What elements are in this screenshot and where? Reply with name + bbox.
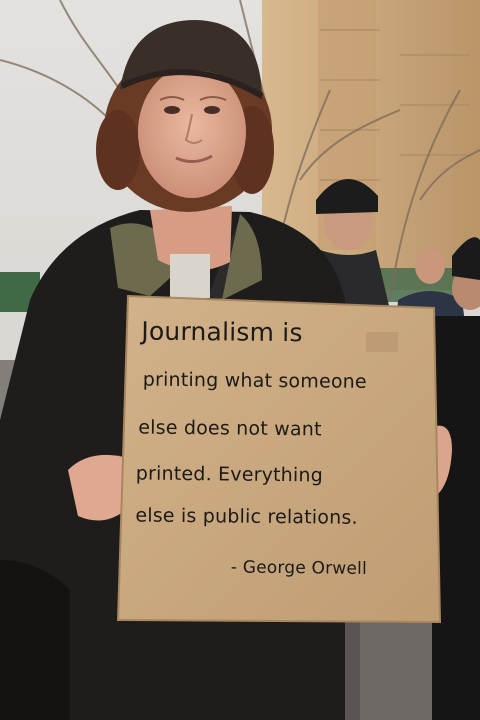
photo-scene: Journalism is printing what someone else…	[0, 0, 480, 720]
sign-handwriting: Journalism is printing what someone else…	[116, 294, 441, 623]
sign-line-5: else is public relations.	[135, 504, 358, 529]
sign-line-3: else does not want	[138, 416, 322, 441]
sign-attribution: - George Orwell	[230, 557, 368, 579]
sign-line-1: Journalism is	[141, 316, 303, 348]
sign-line-2: printing what someone	[142, 368, 367, 393]
sign-line-4: printed. Everything	[135, 462, 324, 487]
